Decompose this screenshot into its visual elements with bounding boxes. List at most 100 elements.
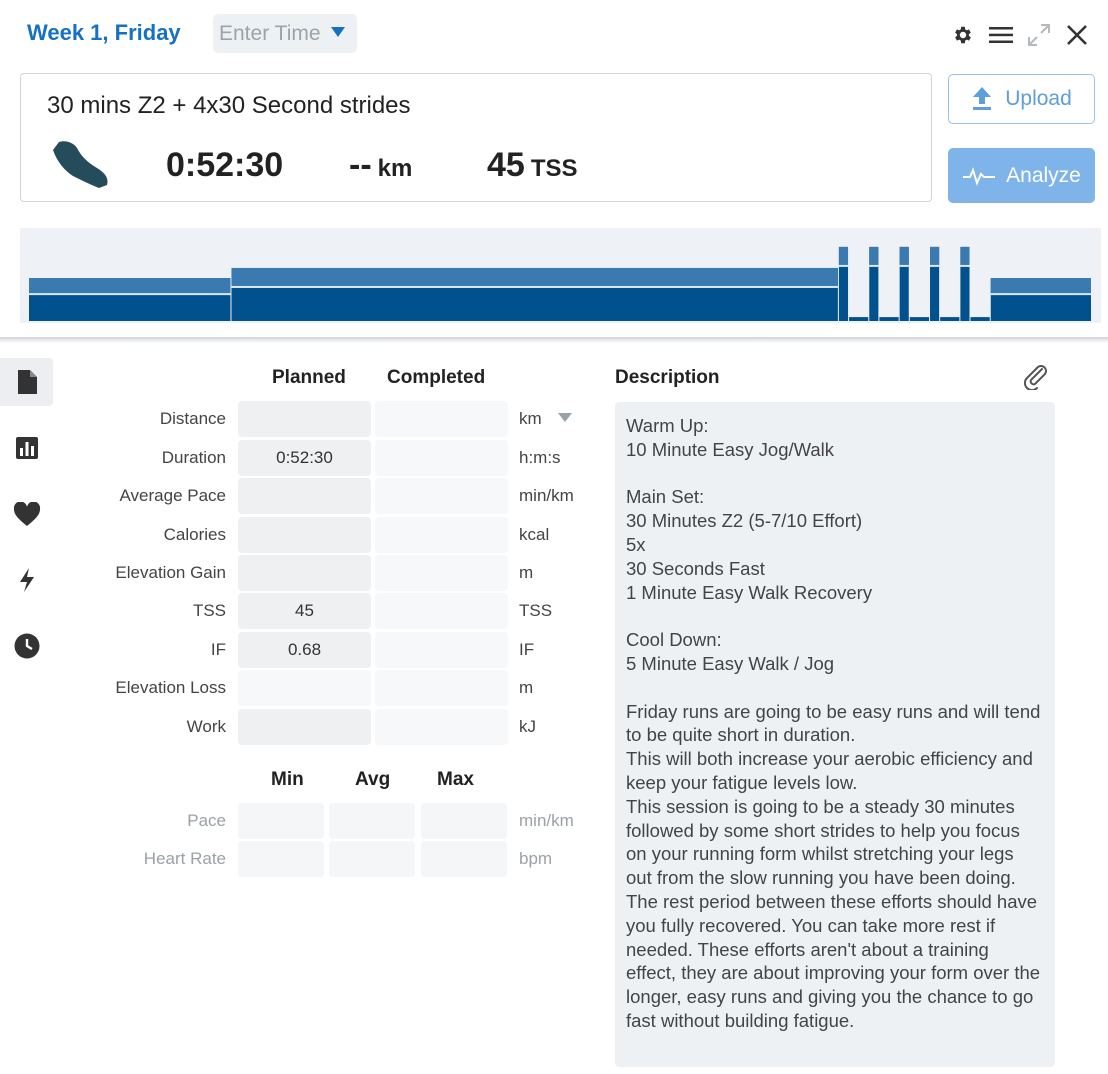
completed-if-input[interactable] (375, 632, 508, 668)
max-column-header: Max (437, 769, 474, 790)
upload-label: Upload (1005, 87, 1072, 110)
pace-max-input[interactable] (421, 803, 507, 839)
planned-duration: 0:52:30 (166, 146, 284, 184)
metric-row-calories: Calories kcal (0, 517, 600, 553)
planned-work-input[interactable] (238, 709, 371, 745)
analyze-label: Analyze (1006, 163, 1081, 187)
completed-work-input[interactable] (375, 709, 508, 745)
run-shoe-icon (51, 138, 111, 195)
planned-elevation-loss-input[interactable] (238, 670, 371, 706)
metric-row-elevation-gain: Elevation Gain m (0, 555, 600, 591)
metric-row-elevation-loss: Elevation Loss m (0, 670, 600, 706)
planned-distance: -- km (349, 146, 412, 185)
metric-row-tss: TSS 45 TSS (0, 593, 600, 629)
metric-row-distance: Distance km (0, 401, 600, 437)
metric-row-work: Work kJ (0, 709, 600, 745)
unit-label: kJ (519, 717, 536, 736)
interval-bar-5[interactable] (879, 317, 899, 321)
unit-label: km (519, 409, 542, 428)
planned-column-header: Planned (272, 367, 346, 388)
interval-line-12 (990, 293, 1091, 296)
unit-label: kcal (519, 525, 550, 544)
expand-icon[interactable] (1026, 22, 1052, 48)
analyze-button[interactable]: Analyze (948, 148, 1095, 203)
tss-value: 45 (487, 146, 525, 184)
distance-unit: km (377, 155, 413, 182)
interval-line-1 (231, 285, 838, 288)
completed-duration-input[interactable] (375, 440, 508, 476)
heart-rate-avg-input[interactable] (329, 841, 415, 877)
unit-label: m (519, 678, 534, 697)
workout-structure-svg (29, 246, 1091, 321)
upload-icon (973, 87, 992, 110)
unit-label: bpm (519, 849, 553, 868)
range-label: Heart Rate (143, 849, 226, 868)
completed-elevation-gain-input[interactable] (375, 555, 508, 591)
metric-label: Elevation Loss (115, 678, 226, 697)
metric-label: Distance (159, 409, 226, 428)
metric-label: Duration (161, 448, 226, 467)
document-icon (17, 370, 37, 394)
interval-bar-7[interactable] (909, 317, 930, 321)
pace-avg-input[interactable] (329, 803, 415, 839)
interval-bar-9[interactable] (940, 317, 960, 321)
distance-unit-dropdown[interactable]: km (519, 409, 572, 429)
interval-band-6 (899, 246, 909, 265)
unit-label: h:m:s (519, 448, 561, 467)
interval-line-0 (29, 293, 231, 296)
metric-label: TSS (192, 601, 226, 620)
enter-time-placeholder: Enter Time (219, 22, 321, 45)
pace-min-input[interactable] (238, 803, 324, 839)
workout-title[interactable]: 30 mins Z2 + 4x30 Second strides (47, 92, 411, 120)
planned-elevation-gain-input[interactable] (238, 555, 371, 591)
workout-summary-card: 30 mins Z2 + 4x30 Second strides 0:52:30… (20, 73, 932, 202)
interval-bar-3[interactable] (849, 317, 869, 321)
metric-label: Elevation Gain (115, 563, 226, 582)
interval-bar-11[interactable] (970, 317, 990, 321)
heart-rate-min-input[interactable] (238, 841, 324, 877)
gear-icon[interactable] (950, 22, 976, 48)
planned-pace-input[interactable] (238, 478, 371, 514)
heart-rate-max-input[interactable] (421, 841, 507, 877)
planned-distance-input[interactable] (238, 401, 371, 437)
description-header: Description (615, 367, 720, 388)
pulse-icon (963, 166, 996, 186)
paperclip-icon[interactable] (1022, 362, 1050, 395)
completed-pace-input[interactable] (375, 478, 508, 514)
close-icon[interactable] (1064, 22, 1090, 48)
caret-down-icon (331, 27, 345, 37)
completed-tss-input[interactable] (375, 593, 508, 629)
enter-time-dropdown[interactable]: Enter Time (213, 14, 357, 53)
interval-line-2 (838, 264, 849, 267)
interval-line-8 (930, 264, 940, 267)
upload-button[interactable]: Upload (948, 74, 1095, 124)
interval-band-8 (930, 246, 940, 265)
planned-tss-input[interactable]: 45 (238, 593, 371, 629)
interval-line-10 (960, 264, 970, 267)
interval-band-4 (869, 246, 879, 265)
planned-calories-input[interactable] (238, 517, 371, 553)
interval-band-2 (838, 246, 849, 265)
metric-row-if: IF 0.68 IF (0, 632, 600, 668)
metric-row-average-pace: Average Pace min/km (0, 478, 600, 514)
unit-label: m (519, 563, 534, 582)
completed-calories-input[interactable] (375, 517, 508, 553)
metric-label: Work (186, 717, 226, 736)
metric-label: Calories (163, 525, 226, 544)
interval-band-1 (231, 267, 838, 286)
workout-structure-chart[interactable] (20, 228, 1101, 323)
tab-summary[interactable] (0, 358, 53, 406)
caret-down-icon (557, 413, 572, 422)
workout-date-title: Week 1, Friday (27, 20, 181, 45)
metric-label: Average Pace (119, 486, 226, 505)
range-label: Pace (187, 811, 226, 830)
unit-label: TSS (519, 601, 553, 620)
description-textarea[interactable]: Warm Up: 10 Minute Easy Jog/Walk Main Se… (615, 402, 1055, 1067)
interval-line-6 (899, 264, 909, 267)
unit-label: IF (519, 640, 535, 659)
completed-elevation-loss-input[interactable] (375, 670, 508, 706)
planned-duration-input[interactable]: 0:52:30 (238, 440, 371, 476)
hamburger-menu-icon[interactable] (988, 22, 1014, 48)
planned-if-input[interactable]: 0.68 (238, 632, 371, 668)
completed-distance-input[interactable] (375, 401, 508, 437)
